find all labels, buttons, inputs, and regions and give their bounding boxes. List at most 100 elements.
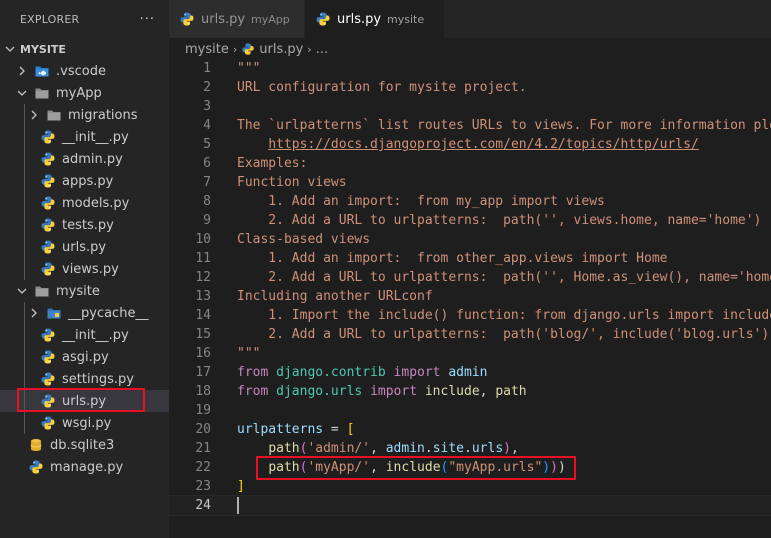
- code-line[interactable]: 3: [169, 97, 771, 116]
- breadcrumb-more[interactable]: ...: [316, 42, 328, 57]
- python-icon: [40, 239, 56, 255]
- code-line[interactable]: 10 Class-based views: [169, 230, 771, 249]
- tab-urls-mysite[interactable]: urls.py mysite: [305, 0, 445, 38]
- tree-item[interactable]: tests.py: [0, 214, 169, 236]
- tree-item[interactable]: settings.py: [0, 368, 169, 390]
- line-number: 7: [203, 175, 211, 190]
- line-number: 4: [203, 118, 211, 133]
- code-token: site: [432, 441, 465, 456]
- code-token: ): [550, 460, 558, 475]
- line-number: 2: [203, 80, 211, 95]
- code-line[interactable]: 5 https://docs.djangoproject.com/en/4.2/…: [169, 135, 771, 154]
- line-number: 14: [195, 308, 211, 323]
- workspace-root[interactable]: MYSITE: [0, 38, 169, 60]
- code-line[interactable]: 23]: [169, 477, 771, 496]
- tree-item-label: admin.py: [62, 151, 123, 167]
- more-actions-icon[interactable]: ···: [140, 12, 155, 27]
- tree-item[interactable]: __init__.py: [0, 126, 169, 148]
- code-text: 2. Add a URL to urlpatterns: path('', vi…: [237, 211, 761, 230]
- code-line[interactable]: 13 Including another URLconf: [169, 287, 771, 306]
- tree-item[interactable]: urls.py: [0, 236, 169, 258]
- code-token: 2. Add a URL to urlpatterns: path('', vi…: [237, 213, 762, 228]
- code-line[interactable]: 24: [168, 495, 771, 516]
- tree-item[interactable]: apps.py: [0, 170, 169, 192]
- code-token: ]: [237, 479, 245, 494]
- tree-item[interactable]: manage.py: [0, 456, 169, 478]
- tree-item-label: db.sqlite3: [50, 437, 115, 453]
- code-line[interactable]: 15 2. Add a URL to urlpatterns: path('bl…: [169, 325, 771, 344]
- folder-icon: [34, 283, 50, 299]
- python-icon: [40, 327, 56, 343]
- code-line[interactable]: 12 2. Add a URL to urlpatterns: path('',…: [169, 268, 771, 287]
- chevron-down-icon: [16, 88, 28, 98]
- code-text: 1. Add an import: from other_app.views i…: [237, 249, 667, 268]
- code-text: from django.urls import include, path: [237, 382, 527, 401]
- code-line[interactable]: 7 Function views: [169, 173, 771, 192]
- python-icon: [28, 459, 44, 475]
- python-icon: [40, 195, 56, 211]
- code-token: 1. Add an import: from my_app import vie…: [237, 194, 605, 209]
- code-token: django.contrib: [276, 365, 386, 380]
- code-token: include: [424, 384, 480, 399]
- vscode-folder-icon: [34, 63, 50, 79]
- code-line[interactable]: 4 The `urlpatterns` list routes URLs to v…: [169, 116, 771, 135]
- tree-item[interactable]: views.py: [0, 258, 169, 280]
- tree-item[interactable]: myApp: [0, 82, 169, 104]
- code-text: https://docs.djangoproject.com/en/4.2/to…: [237, 135, 698, 154]
- tree-item[interactable]: __init__.py: [0, 324, 169, 346]
- code-text: Including another URLconf: [237, 287, 433, 306]
- code-line[interactable]: 20 urlpatterns = [: [169, 420, 771, 439]
- tree-item-label: __init__.py: [62, 129, 129, 145]
- tree-item[interactable]: __pycache__: [0, 302, 169, 324]
- code-line[interactable]: 1 """: [169, 59, 771, 78]
- code-token: [: [346, 422, 355, 437]
- line-number: 23: [195, 479, 211, 494]
- code-token: from: [237, 384, 269, 399]
- breadcrumb-file[interactable]: urls.py: [259, 42, 303, 57]
- tree-item-label: apps.py: [62, 173, 114, 189]
- tree-item[interactable]: admin.py: [0, 148, 169, 170]
- tree-item[interactable]: wsgi.py: [0, 412, 169, 434]
- code-token: "myApp.urls": [448, 460, 543, 475]
- code-line[interactable]: 6 Examples:: [169, 154, 771, 173]
- line-number: 8: [203, 194, 211, 209]
- python-icon: [241, 42, 255, 56]
- tree-item[interactable]: db.sqlite3: [0, 434, 169, 456]
- tree-item[interactable]: asgi.py: [0, 346, 169, 368]
- code-line[interactable]: 16 """: [169, 344, 771, 363]
- code-text: 2. Add a URL to urlpatterns: path('blog/…: [237, 325, 771, 344]
- code-line[interactable]: 21 path('admin/', admin.site.urls),: [169, 439, 771, 458]
- line-number: 19: [195, 403, 211, 418]
- python-icon: [40, 261, 56, 277]
- explorer-sidebar: EXPLORER ··· MYSITE .vscode myApp migratio…: [0, 0, 169, 538]
- code-line[interactable]: 22 path('myApp/', include("myApp.urls"))…: [169, 458, 771, 477]
- code-token: path: [495, 384, 527, 399]
- breadcrumb-folder[interactable]: mysite: [185, 42, 229, 57]
- code-line[interactable]: 17 from django.contrib import admin: [169, 363, 771, 382]
- code-line[interactable]: 19: [169, 401, 771, 420]
- tree-item-label: asgi.py: [62, 349, 109, 365]
- code-line[interactable]: 11 1. Add an import: from other_app.view…: [169, 249, 771, 268]
- tree-item[interactable]: migrations: [0, 104, 169, 126]
- code-line[interactable]: 18 from django.urls import include, path: [169, 382, 771, 401]
- code-line[interactable]: 9 2. Add a URL to urlpatterns: path('', …: [169, 211, 771, 230]
- code-line[interactable]: 8 1. Add an import: from my_app import v…: [169, 192, 771, 211]
- vscode-window: EXPLORER ··· MYSITE .vscode myApp migratio…: [0, 0, 771, 538]
- tree-item[interactable]: models.py: [0, 192, 169, 214]
- tree-item[interactable]: .vscode: [0, 60, 169, 82]
- code-line[interactable]: 2 URL configuration for mysite project.: [169, 78, 771, 97]
- line-number: 20: [195, 422, 211, 437]
- tree-item[interactable]: mysite: [0, 280, 169, 302]
- tree-item-label: __init__.py: [62, 327, 129, 343]
- code-token: include: [385, 460, 441, 475]
- code-editor[interactable]: 1 """ 2 URL configuration for mysite projec…: [168, 59, 771, 538]
- code-token: admin: [448, 365, 488, 380]
- tree-item[interactable]: urls.py: [0, 390, 169, 412]
- code-line[interactable]: 14 1. Import the include() function: fro…: [169, 306, 771, 325]
- python-icon: [40, 415, 56, 431]
- tab-urls-myapp[interactable]: urls.py myApp: [169, 0, 305, 38]
